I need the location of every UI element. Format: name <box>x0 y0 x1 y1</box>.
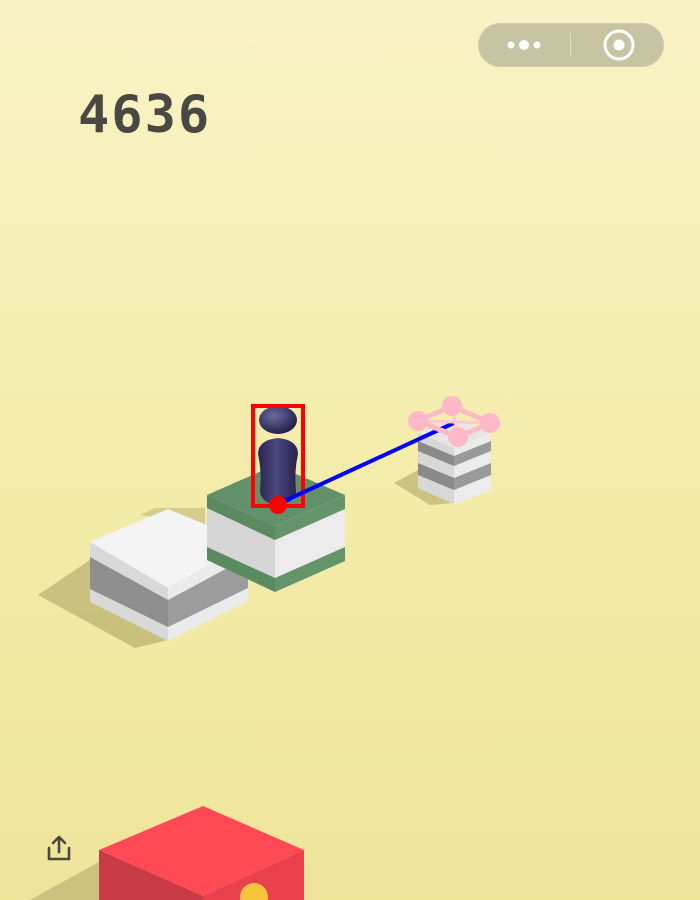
red-block <box>99 806 304 900</box>
more-button[interactable] <box>478 23 571 67</box>
score-value: 4636 <box>78 92 211 138</box>
close-button[interactable] <box>571 23 664 67</box>
target-circle-icon <box>603 29 635 61</box>
mini-program-capsule <box>478 23 664 67</box>
share-upload-icon <box>47 835 71 861</box>
more-dots-icon <box>507 40 541 50</box>
score-display: 4636 <box>78 85 288 145</box>
player-base-point <box>269 496 287 514</box>
chess-piece-player <box>258 406 298 505</box>
share-button[interactable] <box>44 834 74 864</box>
